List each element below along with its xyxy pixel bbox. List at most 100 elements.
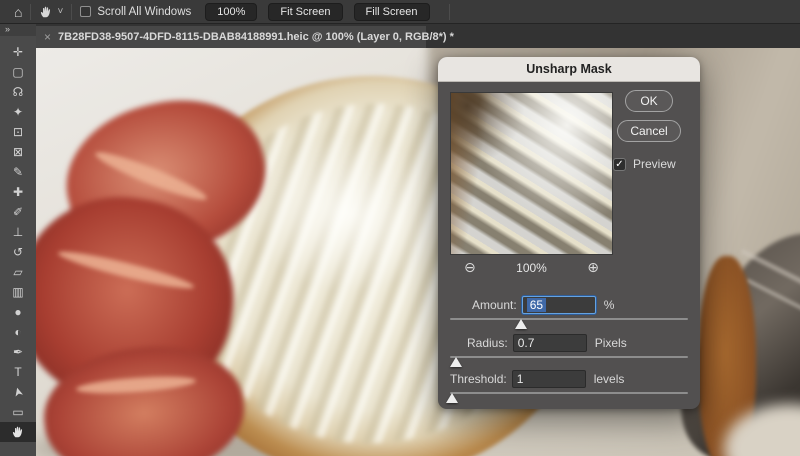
options-bar: ⌂ ˅ Scroll All Windows 100% Fit Screen F…: [0, 0, 800, 24]
rectangle-tool-icon: ▭: [12, 405, 23, 419]
document-canvas[interactable]: Unsharp Mask ⊖ 100% ⊕ OK Cancel ✓ Previe…: [36, 48, 800, 456]
filter-preview-image[interactable]: [450, 92, 613, 255]
path-selection-tool-icon: ➤: [10, 385, 26, 398]
divider: [449, 4, 450, 20]
toolbar-overflow-icon[interactable]: »: [0, 24, 36, 36]
radius-slider-thumb[interactable]: [450, 357, 462, 367]
object-selection-tool-icon: ✦: [13, 105, 23, 119]
divider: [30, 4, 31, 20]
pen-tool-icon: ✒: [13, 345, 23, 359]
move-tool[interactable]: ✛: [0, 42, 36, 62]
lasso-tool-icon: ☊: [13, 85, 24, 99]
amount-value: 65: [527, 298, 546, 312]
crop-tool[interactable]: ⊡: [0, 122, 36, 142]
hand-tool-icon: [11, 425, 25, 439]
photoshop-window: ⌂ ˅ Scroll All Windows 100% Fit Screen F…: [0, 0, 800, 456]
fill-screen-button[interactable]: Fill Screen: [354, 3, 430, 21]
tool-list: ✛ ▢ ☊ ✦ ⊡ ⊠ ✎ ✚ ✐ ⊥ ↺ ▱ ▥ ● ◐ ✒ T ➤ ▭: [0, 36, 36, 442]
brush-tool-icon: ✐: [13, 205, 23, 219]
amount-input[interactable]: 65: [522, 296, 596, 314]
threshold-suffix: levels: [594, 372, 625, 386]
dialog-title[interactable]: Unsharp Mask: [438, 57, 700, 82]
healing-brush-tool-icon: ✚: [13, 185, 23, 199]
radius-row: Radius: 0.7 Pixels: [448, 333, 690, 353]
photo-cream-highlight: [250, 133, 446, 295]
clone-stamp-tool-icon: ⊥: [13, 225, 23, 239]
eyedropper-tool-icon: ✎: [13, 165, 23, 179]
marquee-tool-icon: ▢: [12, 65, 23, 79]
zoom-100-button[interactable]: 100%: [205, 3, 257, 21]
amount-suffix: %: [604, 298, 615, 312]
hand-tool-options-icon[interactable]: [39, 5, 53, 19]
amount-slider-track[interactable]: [450, 318, 688, 320]
rectangle-tool[interactable]: ▭: [0, 402, 36, 422]
zoom-out-icon[interactable]: ⊖: [464, 259, 476, 276]
marquee-tool[interactable]: ▢: [0, 62, 36, 82]
preview-checkbox[interactable]: ✓: [613, 158, 626, 171]
tool-bar: » ✛ ▢ ☊ ✦ ⊡ ⊠ ✎ ✚ ✐ ⊥ ↺ ▱ ▥ ● ◐ ✒ T ➤ ▭: [0, 24, 36, 456]
pen-tool[interactable]: ✒: [0, 342, 36, 362]
eraser-tool-icon: ▱: [13, 265, 22, 279]
threshold-value: 1: [517, 372, 524, 386]
tab-bar: × 7B28FD38-9507-4DFD-8115-DBAB84188991.h…: [36, 24, 800, 48]
blur-tool-icon: ●: [14, 305, 21, 319]
brush-tool[interactable]: ✐: [0, 202, 36, 222]
preview-zoom-controls: ⊖ 100% ⊕: [450, 259, 613, 276]
history-brush-tool-icon: ↺: [13, 245, 23, 259]
threshold-slider-thumb[interactable]: [446, 393, 458, 403]
home-icon[interactable]: ⌂: [14, 4, 22, 20]
history-brush-tool[interactable]: ↺: [0, 242, 36, 262]
radius-slider-track[interactable]: [450, 356, 688, 358]
radius-suffix: Pixels: [595, 336, 627, 350]
preview-label: Preview: [633, 157, 676, 171]
tab-close-icon[interactable]: ×: [44, 30, 51, 44]
unsharp-mask-dialog: Unsharp Mask ⊖ 100% ⊕ OK Cancel ✓ Previe…: [438, 57, 700, 409]
threshold-row: Threshold: 1 levels: [448, 369, 690, 389]
radius-value: 0.7: [518, 336, 535, 350]
type-tool-icon: T: [14, 365, 21, 379]
document-tab[interactable]: × 7B28FD38-9507-4DFD-8115-DBAB84188991.h…: [36, 26, 426, 48]
path-selection-tool[interactable]: ➤: [0, 382, 36, 402]
fit-screen-button[interactable]: Fit Screen: [268, 3, 342, 21]
healing-brush-tool[interactable]: ✚: [0, 182, 36, 202]
threshold-label: Threshold:: [450, 372, 507, 386]
gradient-tool-icon: ▥: [12, 285, 23, 299]
threshold-slider[interactable]: [448, 391, 690, 403]
object-selection-tool[interactable]: ✦: [0, 102, 36, 122]
ok-button[interactable]: OK: [625, 90, 673, 112]
dodge-tool-icon: ◐: [14, 325, 21, 339]
move-tool-icon: ✛: [13, 45, 23, 59]
threshold-slider-track[interactable]: [450, 392, 688, 394]
radius-input[interactable]: 0.7: [513, 334, 587, 352]
amount-row: Amount: 65 %: [448, 295, 690, 315]
crop-tool-icon: ⊡: [13, 125, 23, 139]
scroll-all-windows-checkbox[interactable]: [80, 6, 91, 17]
amount-label: Amount:: [472, 298, 517, 312]
dodge-tool[interactable]: ◐: [0, 322, 36, 342]
radius-label: Radius:: [467, 336, 508, 350]
frame-tool[interactable]: ⊠: [0, 142, 36, 162]
threshold-input[interactable]: 1: [512, 370, 586, 388]
eyedropper-tool[interactable]: ✎: [0, 162, 36, 182]
scroll-all-windows-option[interactable]: Scroll All Windows: [80, 6, 191, 18]
amount-slider[interactable]: [448, 317, 690, 329]
dialog-button-column: OK Cancel ✓ Preview: [611, 90, 687, 171]
eraser-tool[interactable]: ▱: [0, 262, 36, 282]
document-tab-title: 7B28FD38-9507-4DFD-8115-DBAB84188991.hei…: [58, 31, 454, 43]
gradient-tool[interactable]: ▥: [0, 282, 36, 302]
preview-toggle[interactable]: ✓ Preview: [613, 157, 676, 171]
type-tool[interactable]: T: [0, 362, 36, 382]
frame-tool-icon: ⊠: [13, 145, 23, 159]
radius-slider[interactable]: [448, 355, 690, 367]
lasso-tool[interactable]: ☊: [0, 82, 36, 102]
blur-tool[interactable]: ●: [0, 302, 36, 322]
chevron-down-icon[interactable]: ˅: [57, 6, 63, 17]
hand-tool[interactable]: [0, 422, 36, 442]
cancel-button[interactable]: Cancel: [617, 120, 681, 142]
preview-zoom-level: 100%: [516, 261, 547, 275]
scroll-all-windows-label: Scroll All Windows: [97, 6, 191, 18]
zoom-in-icon[interactable]: ⊕: [587, 259, 599, 276]
clone-stamp-tool[interactable]: ⊥: [0, 222, 36, 242]
amount-slider-thumb[interactable]: [515, 319, 527, 329]
divider: [71, 4, 72, 20]
